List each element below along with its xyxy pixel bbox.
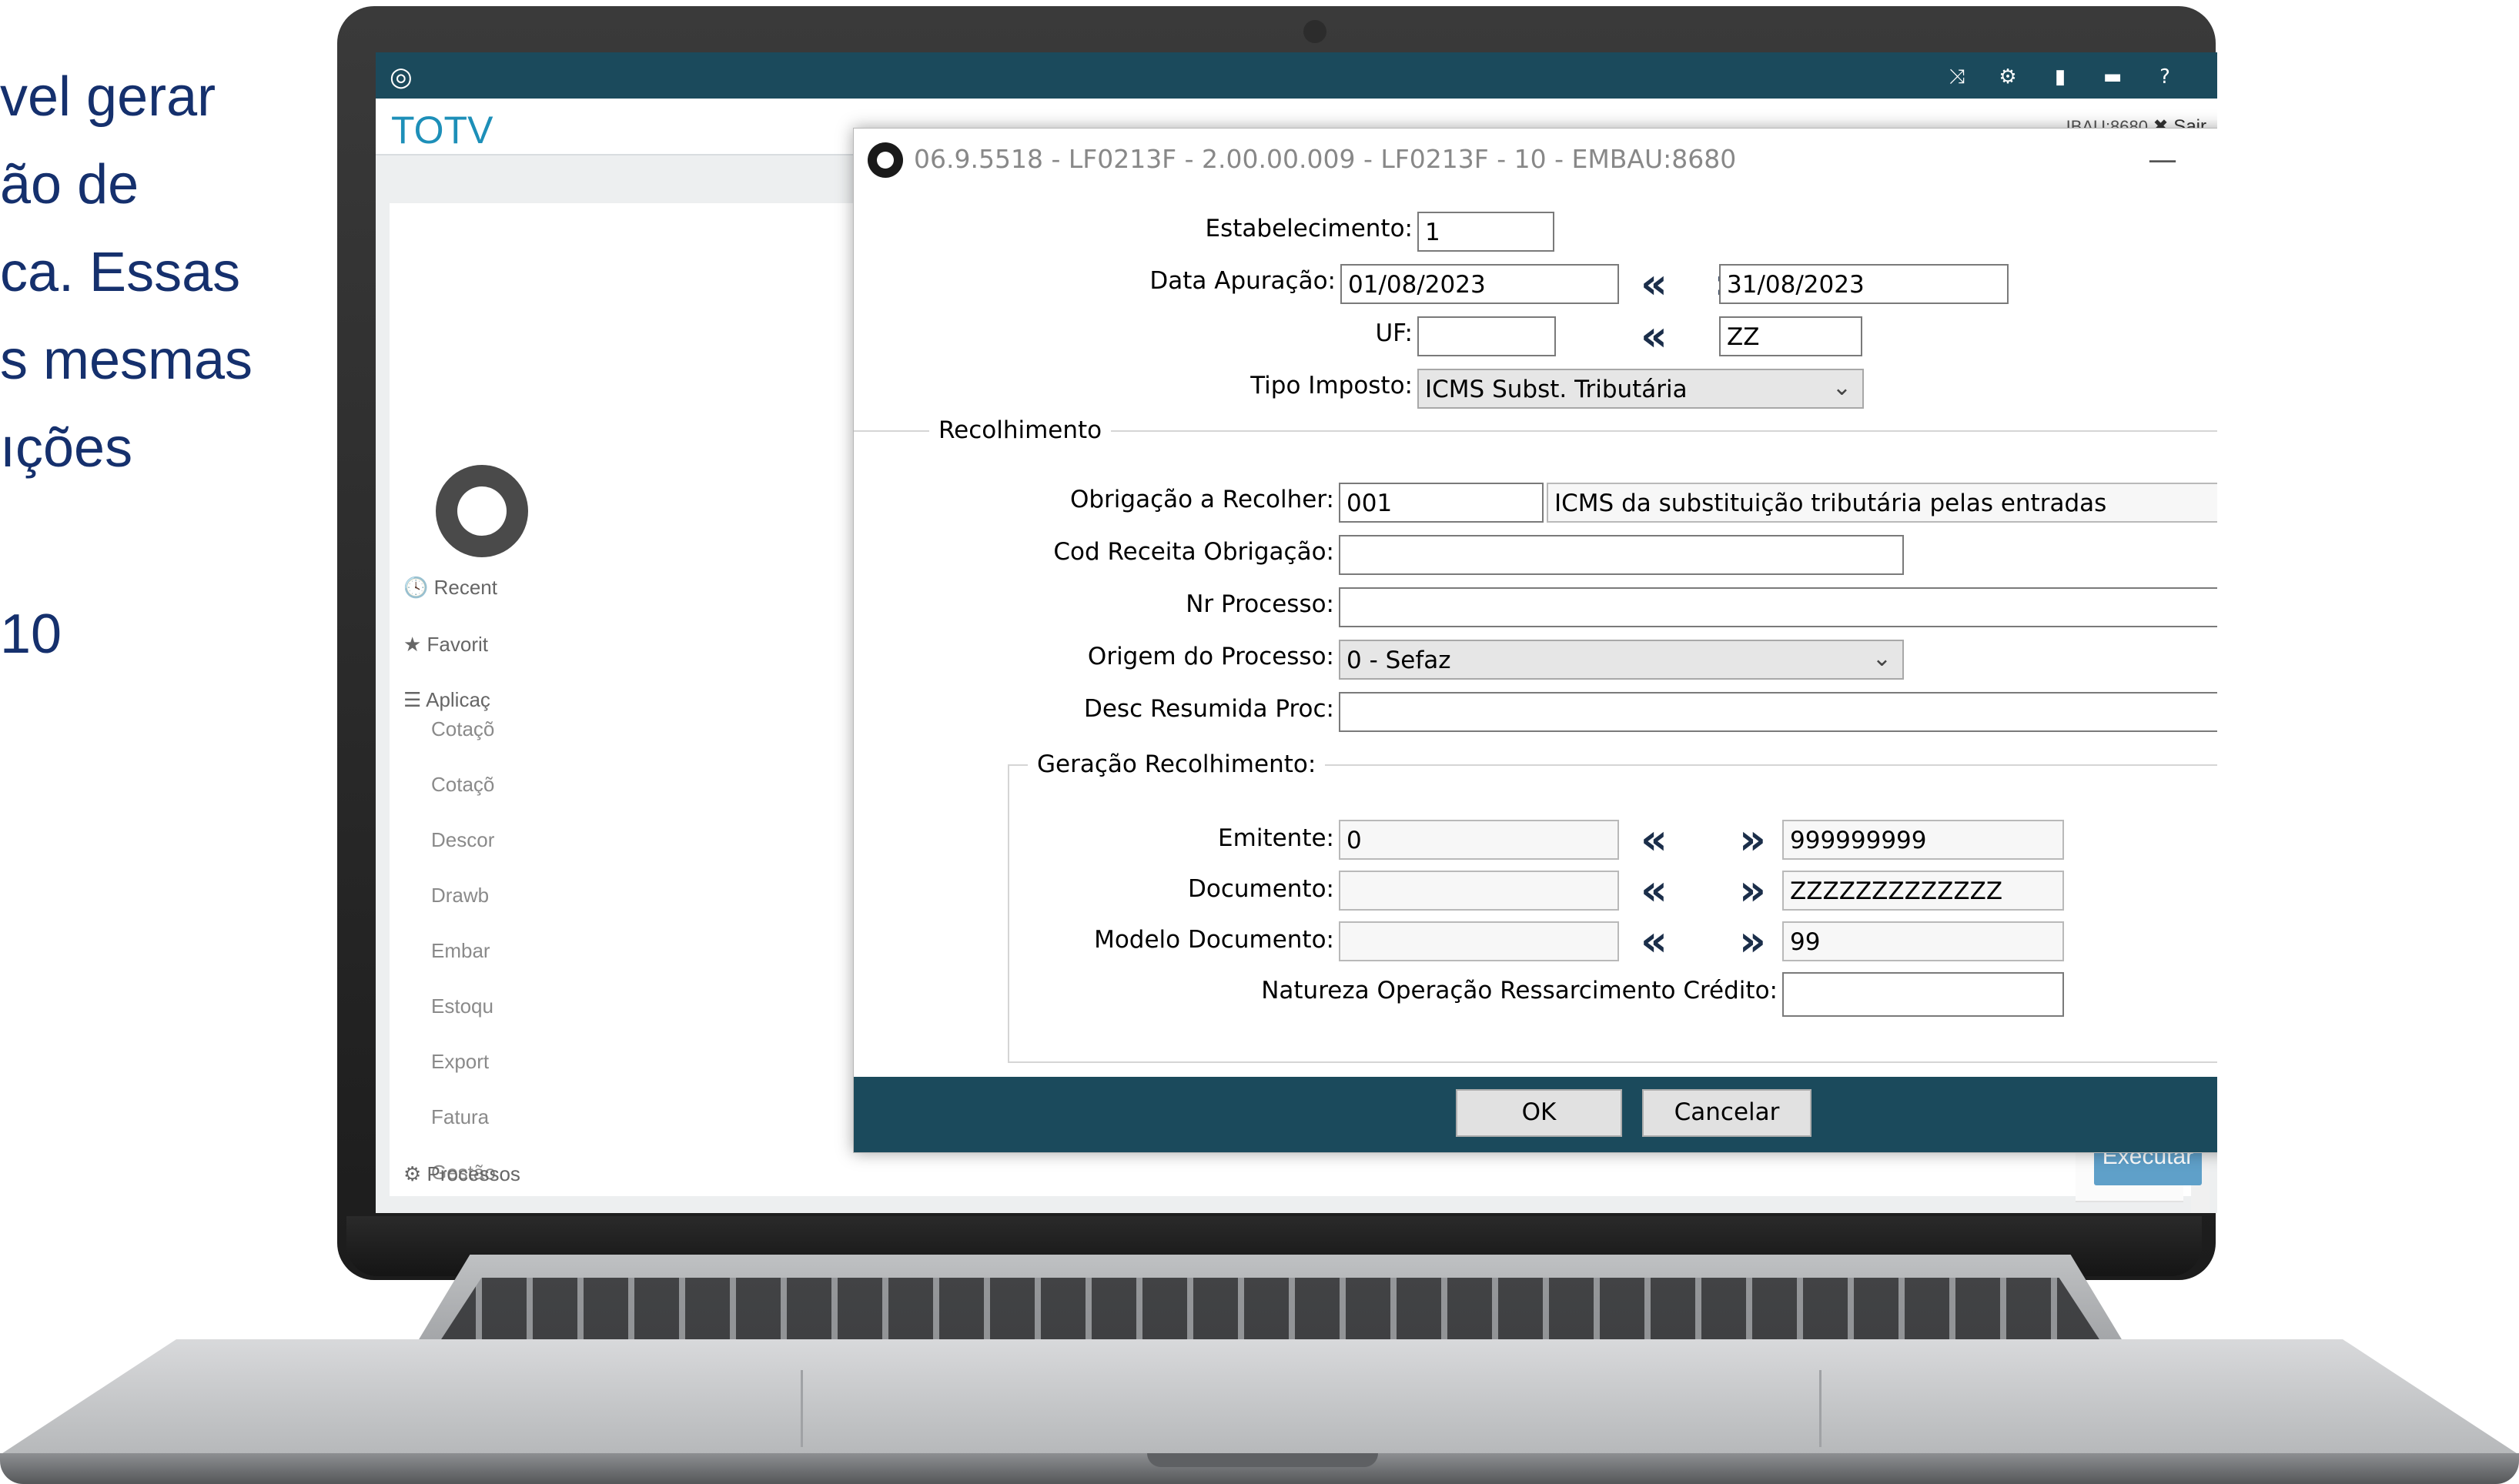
geracao-legend: Geração Recolhimento: [1028, 750, 1326, 778]
slide-line-1: vel gerar [0, 66, 216, 128]
dialog-title: 06.9.5518 - LF0213F - 2.00.00.009 - LF02… [914, 144, 1737, 174]
cod-receita-field[interactable] [1339, 535, 1904, 575]
nr-processo-field[interactable] [1339, 587, 2217, 627]
slide-line-3: ca. Essas [0, 242, 241, 303]
range-left-icon[interactable]: « [1641, 921, 1668, 962]
natureza-field[interactable] [1782, 972, 2064, 1017]
data-apuracao-from-field[interactable]: 01/08/2023 [1340, 264, 1619, 304]
uf-from-field[interactable] [1417, 316, 1556, 356]
range-right-icon[interactable]: » [1739, 870, 1766, 911]
obrigacao-label: Obrigação a Recolher: [1069, 486, 1334, 513]
modelo-to-field[interactable]: 99 [1782, 921, 2064, 961]
slide-line-4: s mesmas [0, 329, 253, 391]
modelo-documento-label: Modelo Documento: [1094, 926, 1334, 954]
app-icon [868, 142, 903, 178]
tipo-imposto-label: Tipo Imposto: [1250, 372, 1413, 399]
documento-label: Documento: [1187, 875, 1334, 903]
dialog-titlebar: 06.9.5518 - LF0213F - 2.00.00.009 - LF02… [854, 129, 2217, 192]
menu-app-item[interactable]: Fatura [431, 1105, 489, 1129]
cod-receita-label: Cod Receita Obrigação: [1053, 538, 1334, 566]
menu-processes[interactable]: ⚙ Processos [403, 1162, 520, 1186]
emitente-from-field[interactable]: 0 [1339, 820, 1619, 860]
natureza-label: Natureza Operação Ressarcimento Crédito: [1261, 977, 1778, 1004]
app-topbar: ◎ ⤨ ⚙ ▮ ▬ ? [376, 52, 2217, 99]
ok-button[interactable]: OK [1456, 1089, 1622, 1137]
estabelecimento-label: Estabelecimento: [1205, 215, 1413, 242]
dialog-window: 06.9.5518 - LF0213F - 2.00.00.009 - LF02… [853, 128, 2217, 1153]
modelo-from-field[interactable] [1339, 921, 1619, 961]
menu-recent[interactable]: 🕓 Recent [403, 576, 497, 600]
emitente-label: Emitente: [1218, 824, 1334, 852]
gear-icon[interactable]: ⚙ [1992, 63, 2023, 91]
help-icon[interactable]: ? [2149, 63, 2180, 91]
nr-processo-label: Nr Processo: [1186, 590, 1334, 618]
emitente-to-field[interactable]: 999999999 [1782, 820, 2064, 860]
tipo-imposto-select[interactable]: ICMS Subst. Tributária ⌄ [1417, 369, 1864, 409]
obrigacao-description: ICMS da substituição tributária pelas en… [1547, 483, 2217, 523]
shuffle-icon[interactable]: ⤨ [1942, 63, 1972, 91]
menu-app-item[interactable]: Export [431, 1050, 489, 1074]
tipo-imposto-value: ICMS Subst. Tributária [1425, 376, 1688, 403]
slide-line-5: ıções [0, 417, 133, 479]
menu-applications[interactable]: ☰ Aplicaç [403, 688, 490, 712]
range-left-icon[interactable]: « [1641, 316, 1668, 357]
totvs-big-logo-icon [436, 465, 528, 557]
data-apuracao-label: Data Apuração: [1149, 267, 1336, 295]
menu-app-item[interactable]: Embar [431, 939, 490, 963]
camera-icon [1303, 20, 1326, 43]
documento-to-field[interactable]: ZZZZZZZZZZZZZ [1782, 871, 2064, 911]
recolhimento-legend: Recolhimento [929, 416, 1112, 444]
documento-from-field[interactable] [1339, 871, 1619, 911]
menu-app-item[interactable]: Estoqu [431, 994, 493, 1018]
menu-app-item[interactable]: Cotaçõ [431, 773, 494, 797]
range-right-icon[interactable]: » [1739, 921, 1766, 962]
uf-to-field[interactable]: ZZ [1719, 316, 1862, 356]
menu-app-item[interactable]: Cotaçõ [431, 717, 494, 741]
slide-line-7: 10 [0, 603, 62, 665]
laptop-trackpad [801, 1370, 1822, 1447]
range-left-icon[interactable]: « [1641, 870, 1668, 911]
menu-app-item[interactable]: Drawb [431, 884, 489, 907]
origem-processo-select[interactable]: 0 - Sefaz ⌄ [1339, 640, 1904, 680]
cancel-button[interactable]: Cancelar [1642, 1089, 1811, 1137]
obrigacao-code-field[interactable]: 001 [1339, 483, 1544, 523]
data-apuracao-to-field[interactable]: 31/08/2023 [1719, 264, 2009, 304]
menu-app-item[interactable]: Descor [431, 828, 494, 852]
minimize-button[interactable]: — [2139, 138, 2186, 181]
uf-label: UF: [1375, 319, 1413, 347]
estabelecimento-field[interactable]: 1 [1417, 212, 1554, 252]
origem-processo-value: 0 - Sefaz [1346, 647, 1451, 674]
range-right-icon[interactable]: » [1739, 819, 1766, 861]
slide-text: vel gerar ão de ca. Essas s mesmas ıções… [0, 0, 331, 693]
document-icon[interactable]: ▮ [2045, 63, 2076, 91]
menu-favorites[interactable]: ★ Favorit [403, 633, 488, 657]
totvs-logo-icon[interactable]: ◎ [390, 63, 420, 91]
range-left-icon[interactable]: « [1641, 819, 1668, 861]
desc-resumida-label: Desc Resumida Proc: [1083, 695, 1334, 723]
origem-processo-label: Origem do Processo: [1087, 643, 1334, 670]
chat-icon[interactable]: ▬ [2097, 63, 2128, 91]
laptop-screen: ◎ ⤨ ⚙ ▮ ▬ ? TOTV IBAU:8680 ✖ Sair 🕓 Rece… [376, 52, 2217, 1213]
laptop-notch [1147, 1453, 1378, 1467]
brand-name: TOTV [391, 109, 493, 152]
desc-resumida-field[interactable] [1339, 692, 2217, 732]
slide-line-2: ão de [0, 154, 139, 216]
chevron-down-icon: ⌄ [1832, 374, 1852, 401]
range-left-icon[interactable]: « [1641, 263, 1668, 305]
chevron-down-icon: ⌄ [1872, 645, 1892, 672]
geracao-group [1008, 764, 2217, 1063]
